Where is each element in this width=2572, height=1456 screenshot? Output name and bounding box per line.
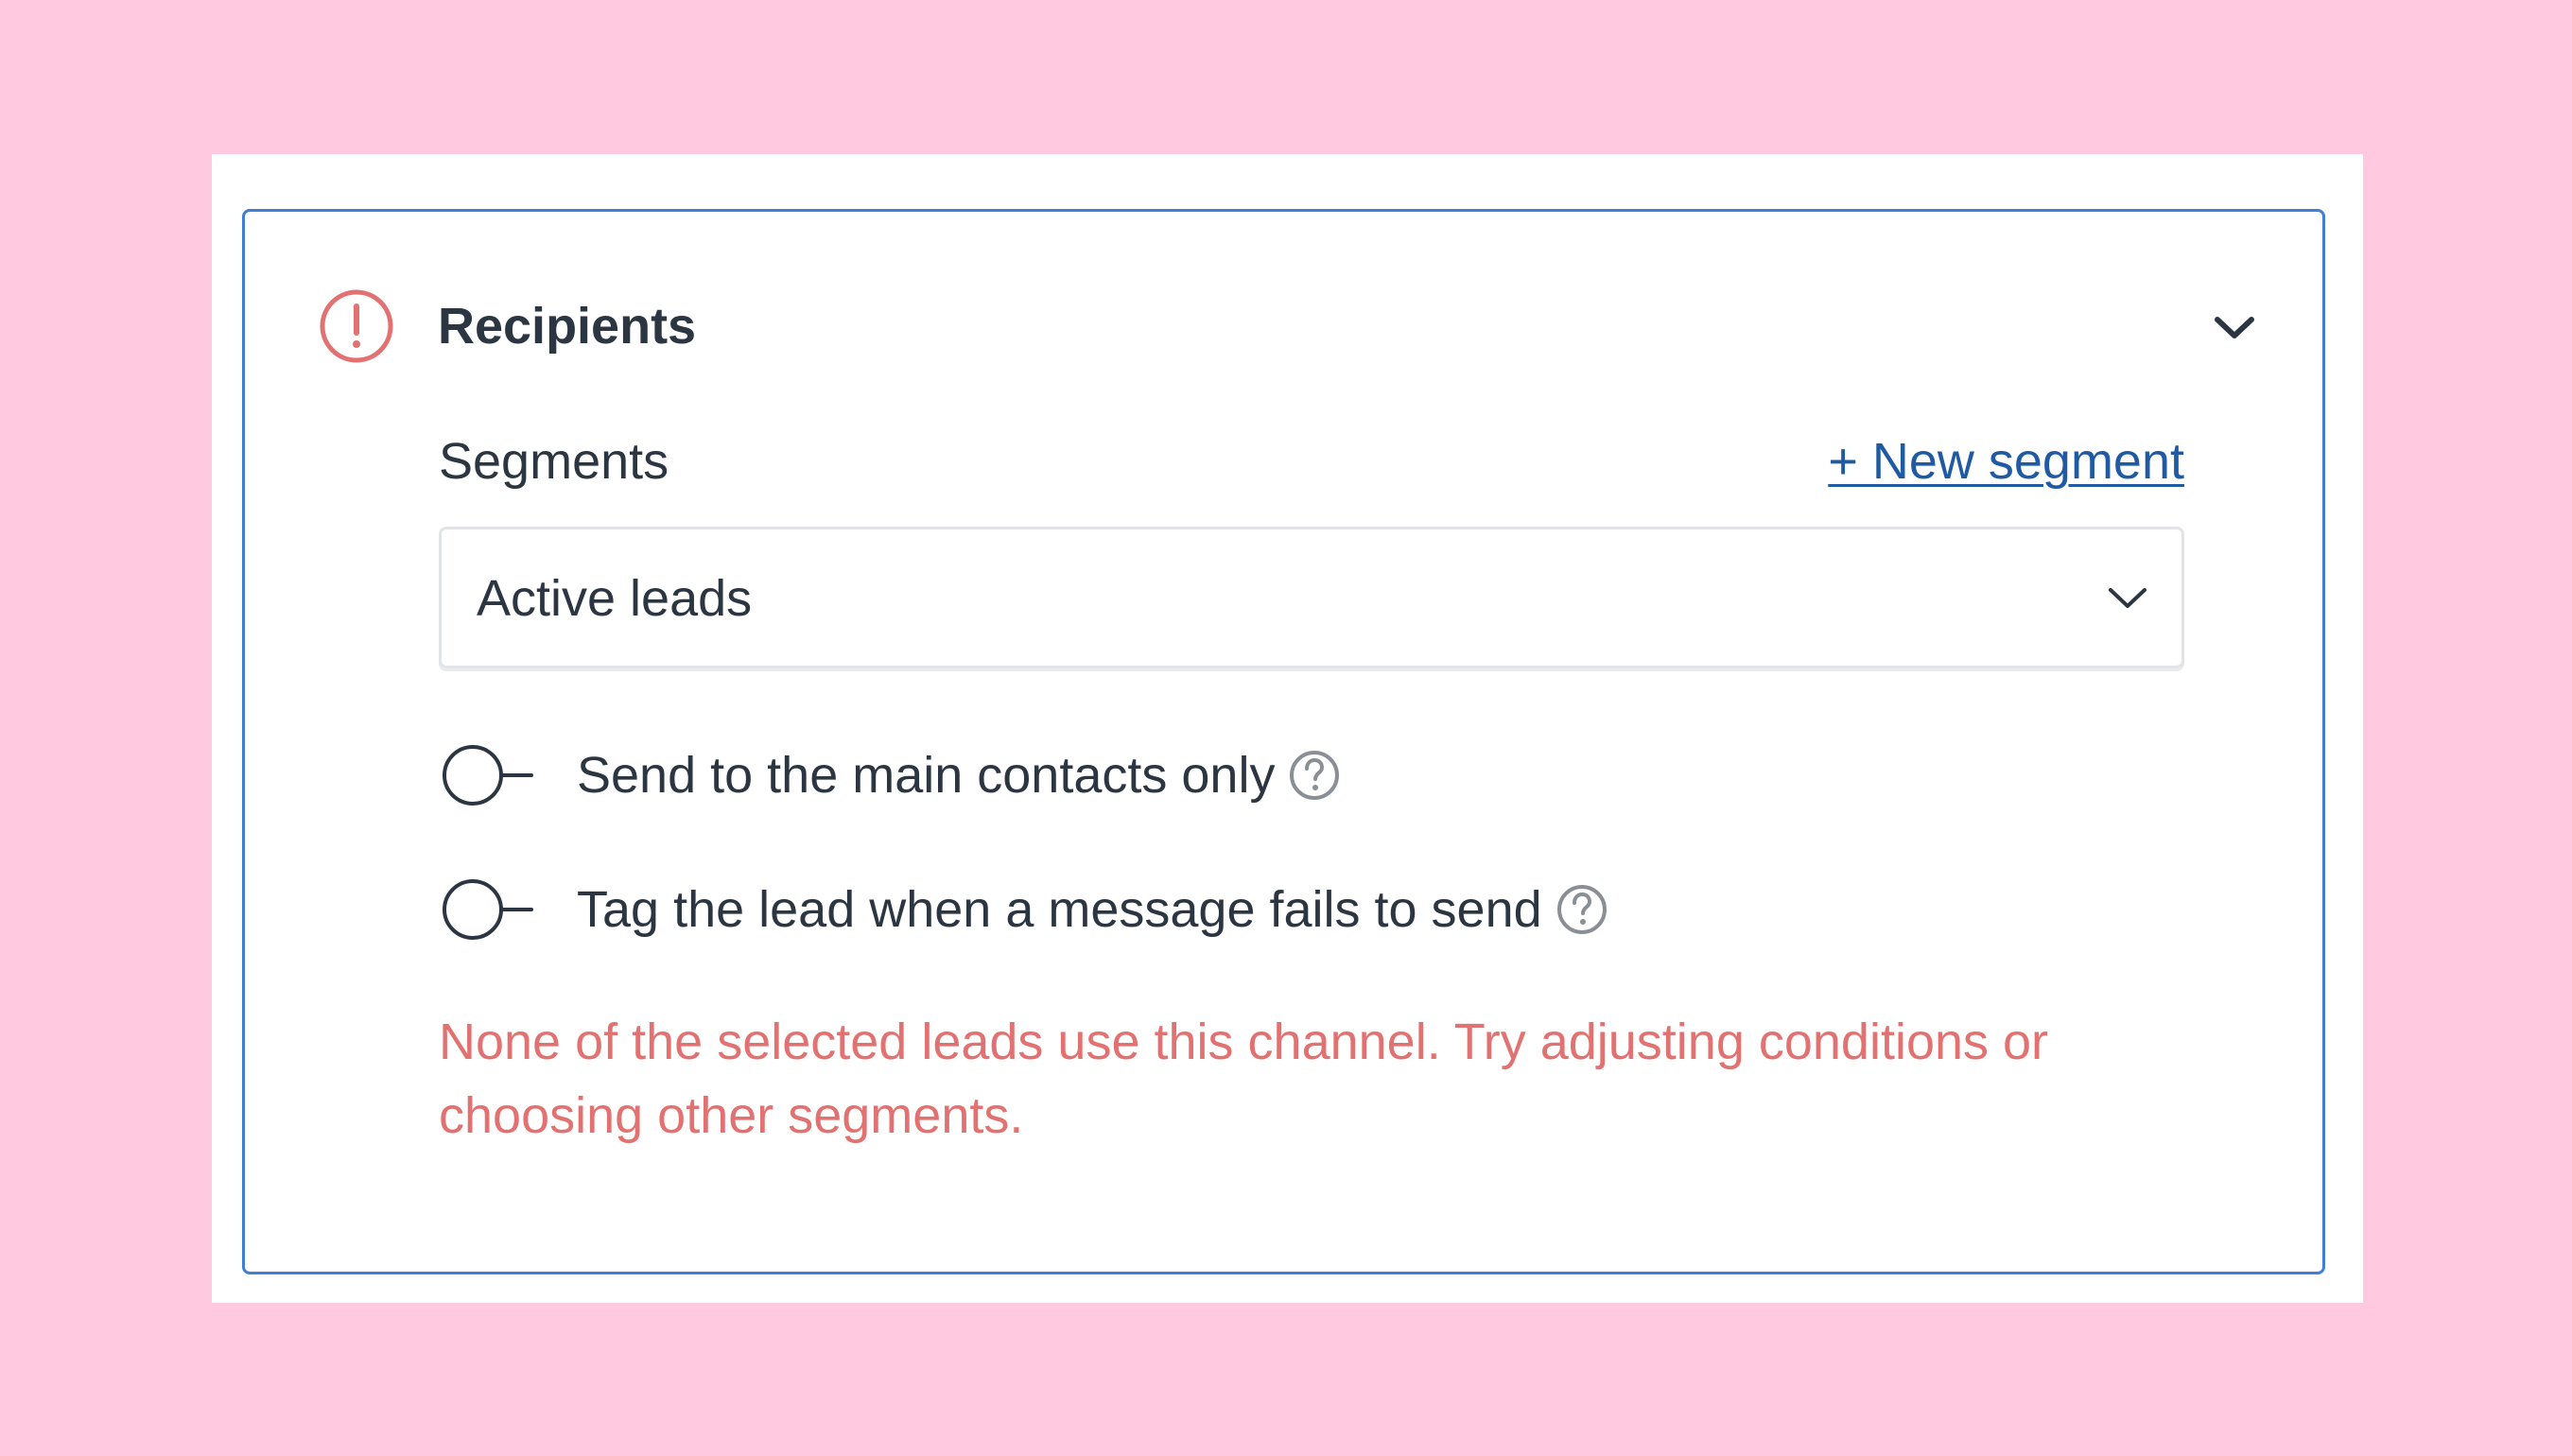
new-segment-link[interactable]: + New segment <box>1828 428 2184 494</box>
tag-lead-toggle-row: Tag the lead when a message fails to sen… <box>439 872 1608 947</box>
main-contacts-toggle[interactable] <box>439 737 533 813</box>
chevron-down-icon <box>2109 588 2146 608</box>
error-message: None of the selected leads use this chan… <box>439 1014 2049 1144</box>
segments-label: Segments <box>439 433 669 490</box>
help-circle-icon[interactable] <box>1288 749 1341 802</box>
error-circle-icon <box>320 289 393 363</box>
segment-select[interactable]: Active leads <box>439 527 2184 668</box>
chevron-down-icon[interactable] <box>2209 303 2260 354</box>
main-contacts-label: Send to the main contacts only <box>577 747 1276 804</box>
segment-select-value: Active leads <box>477 570 753 627</box>
main-contacts-toggle-row: Send to the main contacts only <box>439 737 1341 813</box>
tag-lead-toggle[interactable] <box>439 872 533 947</box>
help-circle-icon[interactable] <box>1555 883 1608 936</box>
tag-lead-label: Tag the lead when a message fails to sen… <box>577 881 1542 938</box>
panel-title: Recipients <box>438 298 697 355</box>
